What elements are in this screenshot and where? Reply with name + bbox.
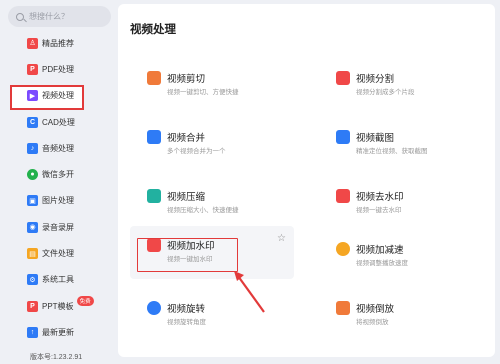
tool-card-remove-watermark[interactable]: 视频去水印 视频一键去水印 xyxy=(319,177,483,227)
update-icon: ↑ xyxy=(27,326,38,338)
video-screenshot-icon xyxy=(336,130,350,144)
video-compress-icon xyxy=(147,189,161,203)
sidebar-item-label: 精品推荐 xyxy=(42,38,74,48)
tool-card-desc: 视频分割成多个片段 xyxy=(356,89,415,96)
tool-card-title: 视频加减速 xyxy=(356,245,404,256)
sidebar-item-wechat[interactable]: ● 微信多开 xyxy=(0,161,118,187)
sidebar-item-audio[interactable]: ♪ 音频处理 xyxy=(0,135,118,161)
tool-card-title: 视频压缩 xyxy=(167,192,206,203)
sidebar-item-update[interactable]: ↑ 最新更新 xyxy=(0,319,118,345)
sidebar-item-label: CAD处理 xyxy=(42,117,75,127)
page-title: 视频处理 xyxy=(130,24,176,36)
pdf-icon: P xyxy=(27,63,38,75)
sidebar-item-ppt[interactable]: P PPT模板 免费 xyxy=(0,293,118,319)
tool-card-desc: 将视频倒放 xyxy=(356,319,389,326)
tool-card-title: 视频倒放 xyxy=(356,304,395,315)
sidebar-item-system[interactable]: ⚙ 系统工具 xyxy=(0,267,118,293)
tool-card-desc: 视频压缩大小、快速便捷 xyxy=(167,207,239,214)
version-label: 版本号:1.23.2.91 xyxy=(30,354,83,361)
tool-card-video-merge[interactable]: 视频合并 多个视频合并为一个 xyxy=(130,118,294,168)
cad-icon: C xyxy=(27,116,38,128)
video-merge-icon xyxy=(147,130,161,144)
annotation-arrow-icon xyxy=(234,271,265,313)
sidebar-item-label: 音频处理 xyxy=(42,143,74,153)
video-cut-icon xyxy=(147,71,161,85)
video-rotate-icon xyxy=(147,301,161,315)
tool-card-video-compress[interactable]: 视频压缩 视频压缩大小、快速便捷 xyxy=(130,177,294,227)
annotation-highlight-box xyxy=(137,238,238,272)
remove-watermark-icon xyxy=(336,189,350,203)
image-icon: ▣ xyxy=(27,195,38,207)
sidebar-item-label: 文件处理 xyxy=(42,249,74,259)
sidebar-item-label: PPT模板 xyxy=(42,301,74,311)
tool-card-title: 视频去水印 xyxy=(356,192,404,203)
tool-card-video-split[interactable]: 视频分割 视频分割成多个片段 xyxy=(319,59,483,109)
tool-card-title: 视频旋转 xyxy=(167,304,206,315)
sidebar-item-cad[interactable]: C CAD处理 xyxy=(0,109,118,135)
search-placeholder: 想搜什么？ xyxy=(29,12,69,21)
sidebar-item-label: 图片处理 xyxy=(42,196,74,206)
tool-card-video-cut[interactable]: 视频剪切 视频一键剪切、方便快捷 xyxy=(130,59,294,109)
file-icon: ▤ xyxy=(27,248,38,260)
sidebar-item-video[interactable]: ▶ 视频处理 xyxy=(0,83,118,110)
search-icon xyxy=(16,12,24,21)
sidebar-item-label: 录音录屏 xyxy=(42,222,74,232)
sidebar-item-record[interactable]: ◉ 录音录屏 xyxy=(0,214,118,240)
sidebar: 想搜什么？ ♙ 精品推荐 P PDF处理 ▶ 视频处理 C CAD处理 ♪ 音频… xyxy=(0,0,118,364)
sidebar-item-label: 最新更新 xyxy=(42,327,74,337)
tool-card-desc: 视频调整播放速度 xyxy=(356,260,408,267)
main-panel: 视频处理 视频剪切 视频一键剪切、方便快捷 视频分割 视频分割成多个片段 视频合… xyxy=(118,4,495,357)
tool-card-desc: 精准定位视频、获取截图 xyxy=(356,148,428,155)
sidebar-nav: ♙ 精品推荐 P PDF处理 ▶ 视频处理 C CAD处理 ♪ 音频处理 ● 微… xyxy=(0,30,118,346)
tool-card-desc: 视频一键剪切、方便快捷 xyxy=(167,89,239,96)
video-icon: ▶ xyxy=(27,90,38,102)
tool-card-desc: 视频一键去水印 xyxy=(356,207,402,214)
video-speed-icon xyxy=(336,242,350,256)
recommend-icon: ♙ xyxy=(27,37,38,49)
tool-card-title: 视频分割 xyxy=(356,74,395,85)
sidebar-item-label: PDF处理 xyxy=(42,64,74,74)
sidebar-item-label: 视频处理 xyxy=(42,91,74,101)
sidebar-item-label: 微信多开 xyxy=(42,170,74,180)
wechat-icon: ● xyxy=(27,169,38,181)
tool-card-title: 视频截图 xyxy=(356,133,395,144)
tool-card-video-screenshot[interactable]: 视频截图 精准定位视频、获取截图 xyxy=(319,118,483,168)
search-input[interactable]: 想搜什么？ xyxy=(8,6,111,27)
star-icon[interactable]: ☆ xyxy=(277,233,286,244)
video-reverse-icon xyxy=(336,301,350,315)
sidebar-item-label: 系统工具 xyxy=(42,275,74,285)
ppt-icon: P xyxy=(27,300,38,312)
tool-card-video-speed[interactable]: 视频加减速 视频调整播放速度 xyxy=(319,230,483,280)
system-icon: ⚙ xyxy=(27,274,38,286)
tool-card-desc: 多个视频合并为一个 xyxy=(167,148,226,155)
sidebar-item-pdf[interactable]: P PDF处理 xyxy=(0,56,118,82)
sidebar-item-image[interactable]: ▣ 图片处理 xyxy=(0,188,118,214)
tool-card-title: 视频合并 xyxy=(167,133,206,144)
tool-card-title: 视频剪切 xyxy=(167,74,206,85)
video-split-icon xyxy=(336,71,350,85)
free-badge: 免费 xyxy=(76,296,94,307)
audio-icon: ♪ xyxy=(27,142,38,154)
tool-card-desc: 视频旋转角度 xyxy=(167,319,206,326)
record-icon: ◉ xyxy=(27,221,38,233)
sidebar-item-recommend[interactable]: ♙ 精品推荐 xyxy=(0,30,118,56)
sidebar-item-file[interactable]: ▤ 文件处理 xyxy=(0,240,118,266)
tool-card-video-reverse[interactable]: 视频倒放 将视频倒放 xyxy=(319,289,483,339)
